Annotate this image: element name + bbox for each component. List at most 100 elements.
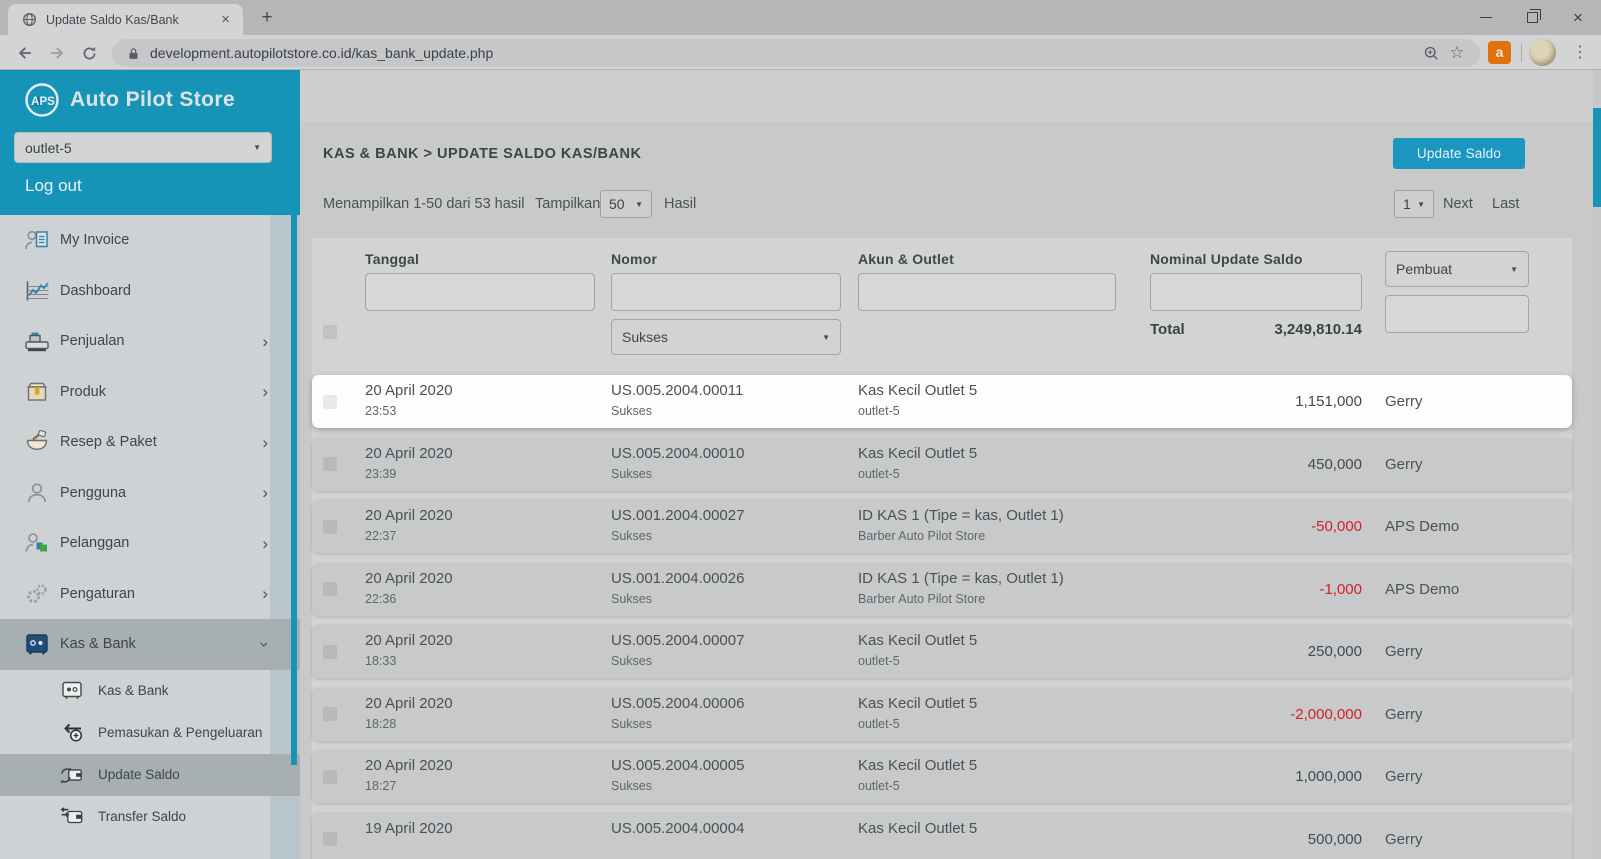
user-icon [24,481,50,505]
window-restore-button[interactable] [1509,0,1555,35]
table-row[interactable]: 20 April 2020 22:36 US.001.2004.00026 Su… [312,563,1572,616]
outlet-select[interactable]: outlet-5 ▼ [14,132,272,163]
sidebar-item-produk[interactable]: Produk › [0,367,300,418]
row-nominal: 250,000 [1308,643,1362,660]
nomor-filter-input[interactable] [611,273,841,311]
row-time: 18:33 [365,655,611,668]
window-close-button[interactable]: × [1555,0,1601,35]
sidebar-subitem-label: Pemasukan & Pengeluaran [98,725,262,740]
pembuat-filter-select[interactable]: Pembuat ▼ [1385,251,1529,287]
update-saldo-button[interactable]: Update Saldo [1393,138,1525,169]
row-creator: Gerry [1385,393,1572,410]
table-row[interactable]: 19 April 2020 US.005.2004.00004 Kas Keci… [312,813,1572,859]
tab-close-icon[interactable]: × [218,11,233,28]
row-date: 20 April 2020 [365,507,611,524]
chevron-right-icon: › [262,383,268,400]
chevron-down-icon: › [257,641,274,647]
last-page-link[interactable]: Last [1492,196,1519,212]
table-row[interactable]: 20 April 2020 18:33 US.005.2004.00007 Su… [312,625,1572,678]
sidebar-subitem-update-saldo[interactable]: Update Saldo [0,754,300,796]
sidebar-scrollbar-thumb[interactable] [291,215,297,765]
tab-title: Update Saldo Kas/Bank [46,13,218,27]
row-outlet: outlet-5 [858,405,1150,418]
row-number: US.005.2004.00007 [611,632,858,649]
row-account: Kas Kecil Outlet 5 [858,382,1150,399]
profile-avatar[interactable] [1529,39,1556,66]
table-row[interactable]: 20 April 2020 18:27 US.005.2004.00005 Su… [312,750,1572,803]
row-account: Kas Kecil Outlet 5 [858,757,1150,774]
bookmark-star-icon[interactable]: ☆ [1444,43,1470,63]
row-account: Kas Kecil Outlet 5 [858,445,1150,462]
row-creator: Gerry [1385,706,1572,723]
nominal-filter-input[interactable] [1150,273,1362,311]
new-tab-button[interactable]: + [252,4,282,32]
row-checkbox[interactable] [323,832,337,846]
window-minimize-button[interactable] [1463,0,1509,35]
sidebar-subitem-pemasukan-pengeluaran[interactable]: Pemasukan & Pengeluaran [0,712,300,754]
sidebar-item-label: Resep & Paket [60,434,157,450]
akun-filter-input[interactable] [858,273,1116,311]
sidebar-item-my-invoice[interactable]: My Invoice [0,215,300,266]
sidebar-item-resep-paket[interactable]: Resep & Paket › [0,417,300,468]
row-creator: APS Demo [1385,518,1572,535]
row-checkbox[interactable] [323,395,337,409]
page-scrollbar-thumb[interactable] [1593,108,1601,207]
row-nominal: 500,000 [1308,831,1362,848]
browser-tab[interactable]: Update Saldo Kas/Bank × [8,4,243,35]
sidebar-item-label: Pengaturan [60,586,135,602]
sidebar-item-dashboard[interactable]: Dashboard [0,266,300,317]
row-outlet: outlet-5 [858,468,1150,481]
row-nominal: -50,000 [1311,518,1362,535]
row-checkbox[interactable] [323,457,337,471]
table-row[interactable]: 20 April 2020 23:39 US.005.2004.00010 Su… [312,438,1572,491]
row-date: 20 April 2020 [365,632,611,649]
row-checkbox[interactable] [323,582,337,596]
zoom-icon[interactable] [1418,45,1444,62]
table-row[interactable]: 20 April 2020 22:37 US.001.2004.00027 Su… [312,500,1572,553]
sidebar-item-pengaturan[interactable]: Pengaturan › [0,569,300,620]
row-checkbox[interactable] [323,707,337,721]
next-page-link[interactable]: Next [1443,196,1473,212]
select-all-checkbox[interactable] [323,325,337,339]
sidebar-item-pelanggan[interactable]: Pelanggan › [0,518,300,569]
sidebar-item-penjualan[interactable]: Penjualan › [0,316,300,367]
row-checkbox[interactable] [323,645,337,659]
url-text: development.autopilotstore.co.id/kas_ban… [150,45,1418,61]
address-bar[interactable]: development.autopilotstore.co.id/kas_ban… [112,39,1480,67]
row-checkbox[interactable] [323,520,337,534]
status-filter-select[interactable]: Sukses ▼ [611,319,841,355]
sidebar-item-pengguna[interactable]: Pengguna › [0,468,300,519]
main-top-band [300,70,1593,122]
product-box-icon [24,380,50,404]
wallet-transfer-icon [60,806,84,828]
column-header-nominal: Nominal Update Saldo [1150,251,1362,267]
extension-icon[interactable]: a [1488,41,1511,64]
row-nominal: -1,000 [1319,581,1362,598]
column-header-akun: Akun & Outlet [858,251,1150,267]
row-time: 22:36 [365,593,611,606]
page-number-select[interactable]: 1 ▼ [1394,190,1434,218]
back-button[interactable] [12,40,38,66]
sidebar-item-label: Penjualan [60,333,125,349]
forward-button[interactable] [44,40,70,66]
row-time: 23:53 [365,405,611,418]
tanggal-filter-input[interactable] [365,273,595,311]
pembuat-filter-input[interactable] [1385,295,1529,333]
sidebar-subitem-label: Transfer Saldo [98,809,186,824]
sidebar-item-kas-bank[interactable]: Kas & Bank › [0,619,300,670]
row-time: 22:37 [365,530,611,543]
brand: APS Auto Pilot Store [24,82,235,118]
row-checkbox[interactable] [323,770,337,784]
browser-menu-icon[interactable]: ⋮ [1570,40,1590,66]
page-size-select[interactable]: 50 ▼ [600,190,652,218]
row-outlet: outlet-5 [858,780,1150,793]
reload-button[interactable] [76,40,102,66]
table-row[interactable]: 20 April 2020 23:53 US.005.2004.00011 Su… [312,375,1572,428]
logout-link[interactable]: Log out [25,176,82,196]
sidebar-subitem-kas-bank[interactable]: Kas & Bank [0,670,300,712]
row-status: Sukses [611,405,858,418]
table-row[interactable]: 20 April 2020 18:28 US.005.2004.00006 Su… [312,688,1572,741]
row-account: ID KAS 1 (Tipe = kas, Outlet 1) [858,507,1150,524]
sidebar-subitem-transfer-saldo[interactable]: Transfer Saldo [0,796,300,838]
row-number: US.001.2004.00027 [611,507,858,524]
